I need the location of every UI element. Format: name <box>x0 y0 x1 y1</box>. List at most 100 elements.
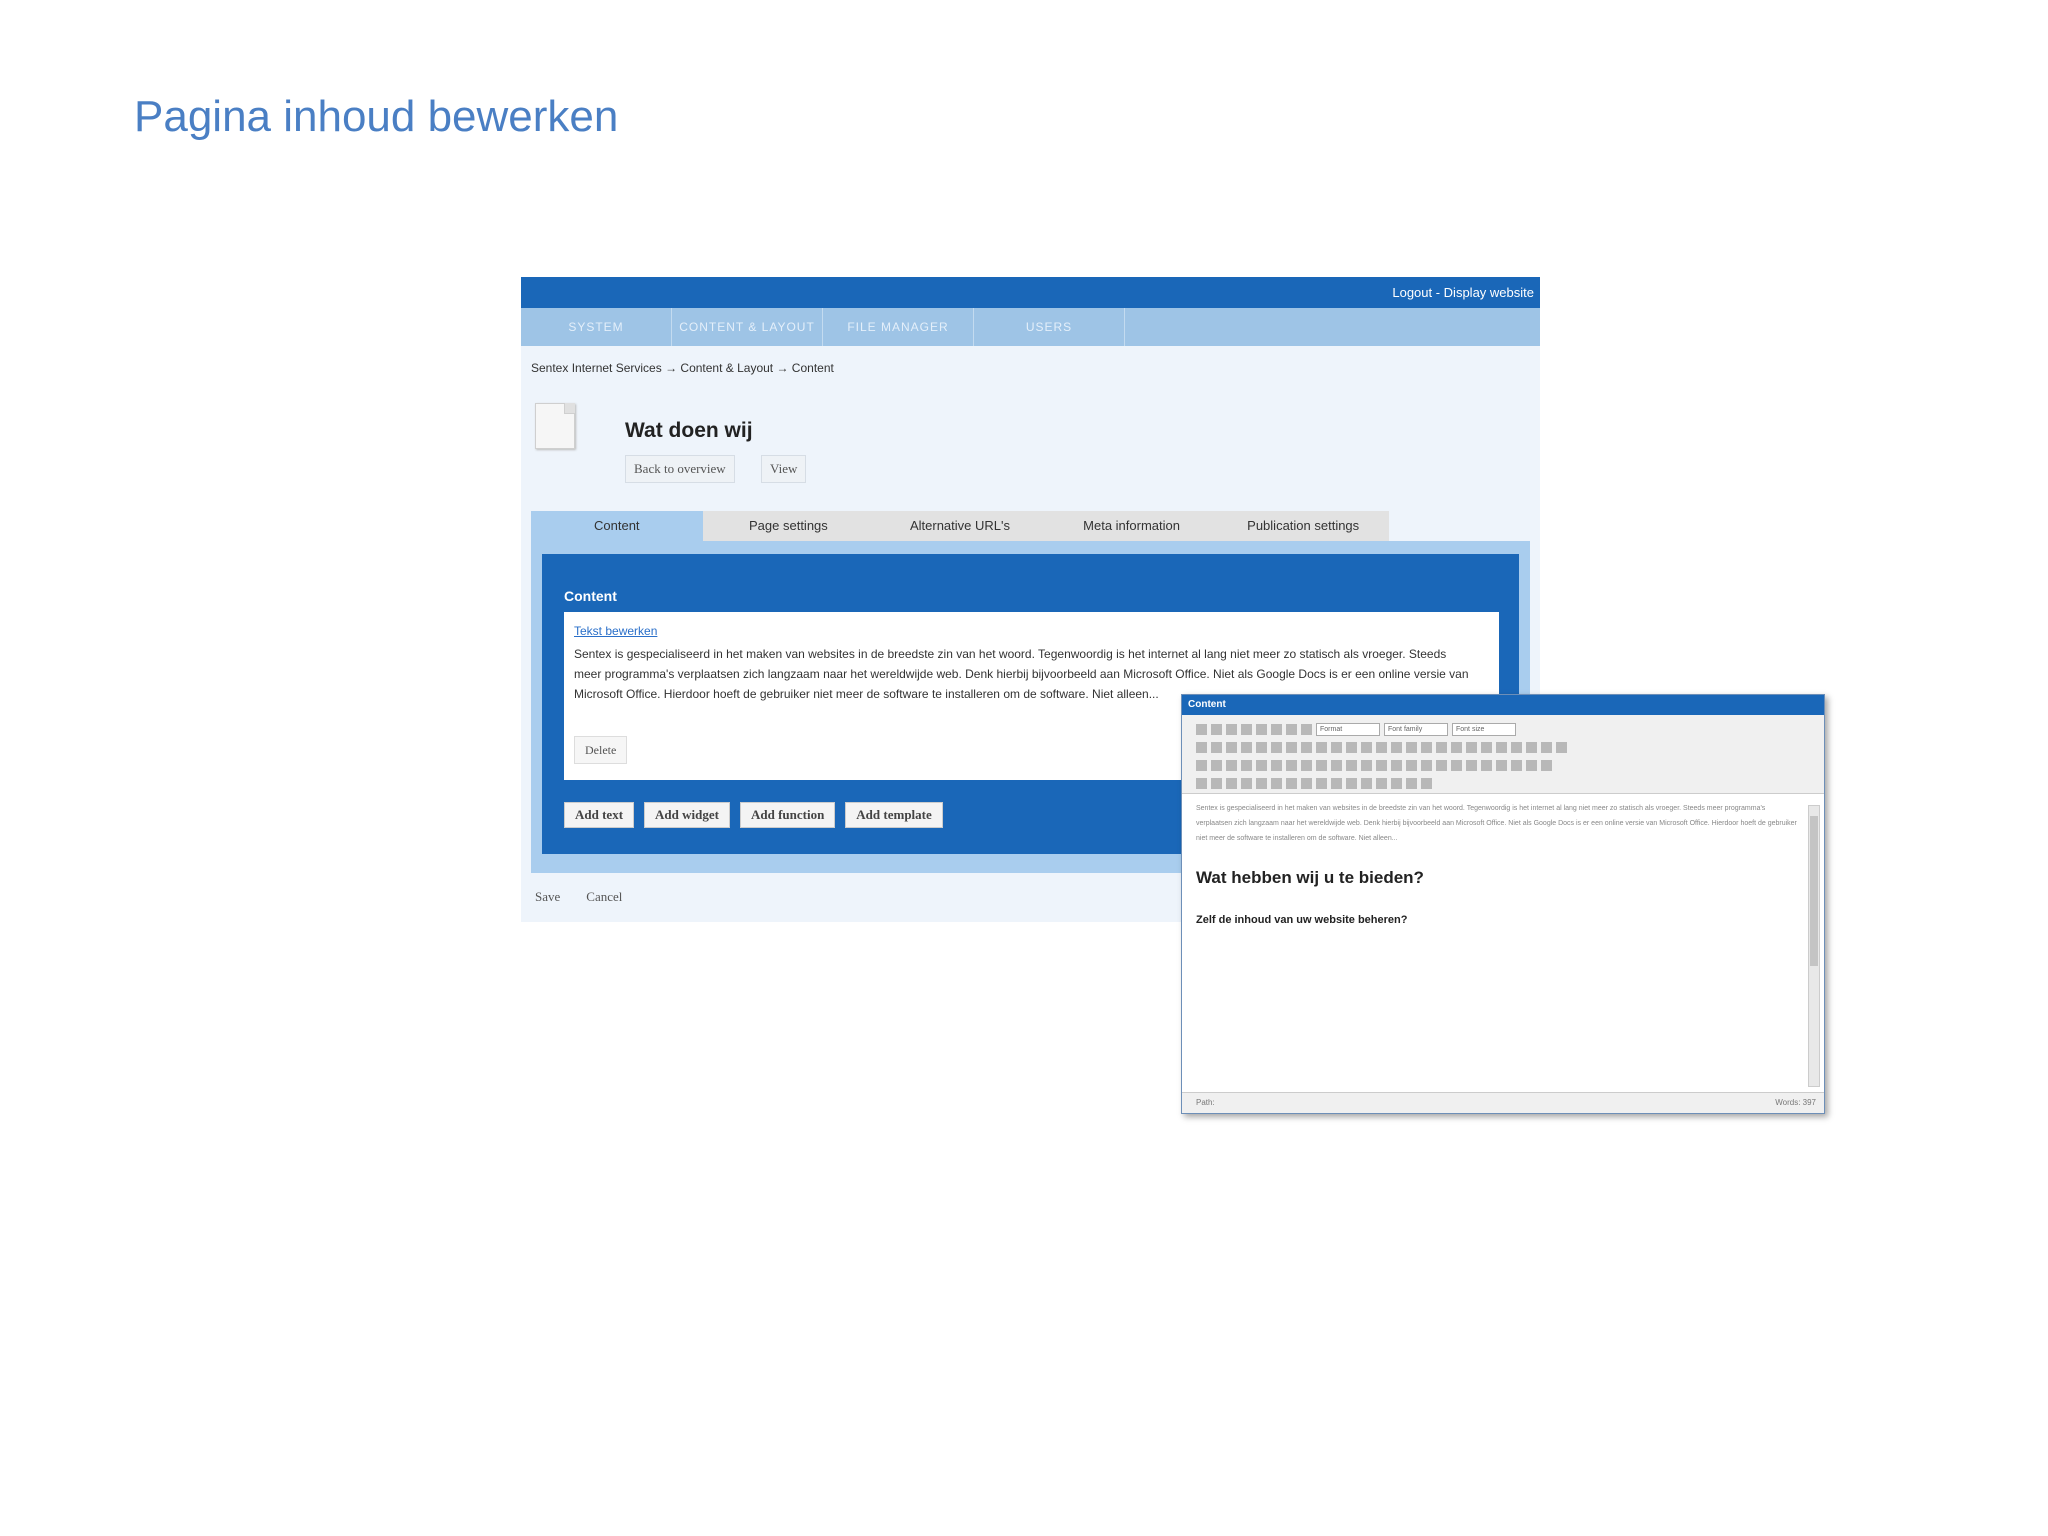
fullscreen-icon[interactable] <box>1541 759 1552 771</box>
split-cells-icon[interactable] <box>1331 759 1342 771</box>
emoticon-icon[interactable] <box>1451 759 1462 771</box>
numbered-list-icon[interactable] <box>1316 741 1327 753</box>
deletion-icon[interactable] <box>1316 777 1327 789</box>
background-color-icon[interactable] <box>1556 741 1567 753</box>
media-icon[interactable] <box>1466 759 1477 771</box>
text-color-icon[interactable] <box>1541 741 1552 753</box>
absolute-position-icon[interactable] <box>1241 777 1252 789</box>
add-function-button[interactable]: Add function <box>739 802 836 828</box>
edit-text-link[interactable]: Tekst bewerken <box>574 624 657 638</box>
delete-button[interactable]: Delete <box>574 736 628 764</box>
move-forward-icon[interactable] <box>1211 777 1222 789</box>
insert-layer-icon[interactable] <box>1196 777 1207 789</box>
show-chars-icon[interactable] <box>1391 777 1402 789</box>
link-icon[interactable] <box>1406 741 1417 753</box>
unlink-icon[interactable] <box>1421 741 1432 753</box>
cancel-button[interactable]: Cancel <box>586 889 622 905</box>
back-to-overview-button[interactable]: Back to overview <box>625 455 735 483</box>
preview-icon[interactable] <box>1526 741 1537 753</box>
blockquote-icon[interactable] <box>1361 741 1372 753</box>
subscript-icon[interactable] <box>1406 759 1417 771</box>
insert-col-after-icon[interactable] <box>1301 759 1312 771</box>
redo-icon[interactable] <box>1391 741 1402 753</box>
special-char-icon[interactable] <box>1436 759 1447 771</box>
status-path: Path: <box>1196 1098 1215 1107</box>
tab-publication-settings[interactable]: Publication settings <box>1217 511 1389 541</box>
scroll-thumb[interactable] <box>1810 816 1818 966</box>
paste-icon[interactable] <box>1226 741 1237 753</box>
nav-item-system[interactable]: SYSTEM <box>521 308 672 346</box>
tab-meta-information[interactable]: Meta information <box>1046 511 1218 541</box>
html-icon[interactable] <box>1481 741 1492 753</box>
strikethrough-icon[interactable] <box>1241 723 1252 735</box>
cut-icon[interactable] <box>1196 741 1207 753</box>
font-size-select[interactable]: Font size <box>1452 722 1516 736</box>
outdent-icon[interactable] <box>1331 741 1342 753</box>
save-button[interactable]: Save <box>535 889 560 905</box>
page-break-icon[interactable] <box>1421 777 1432 789</box>
copy-icon[interactable] <box>1211 741 1222 753</box>
italic-icon[interactable] <box>1211 723 1222 735</box>
merge-cells-icon[interactable] <box>1346 759 1357 771</box>
delete-row-icon[interactable] <box>1271 759 1282 771</box>
abbreviation-icon[interactable] <box>1286 777 1297 789</box>
view-button[interactable]: View <box>761 455 807 483</box>
paste-word-icon[interactable] <box>1256 741 1267 753</box>
insert-row-after-icon[interactable] <box>1256 759 1267 771</box>
direction-ltr-icon[interactable] <box>1511 759 1522 771</box>
remove-format-icon[interactable] <box>1376 759 1387 771</box>
show-blocks-icon[interactable] <box>1376 777 1387 789</box>
template-icon[interactable] <box>1406 777 1417 789</box>
bold-icon[interactable] <box>1196 723 1207 735</box>
style-props-icon[interactable] <box>1256 777 1267 789</box>
visual-aid-icon[interactable] <box>1391 759 1402 771</box>
tab-page-settings[interactable]: Page settings <box>703 511 875 541</box>
cite-icon[interactable] <box>1271 777 1282 789</box>
undo-icon[interactable] <box>1376 741 1387 753</box>
editor-scrollbar[interactable] <box>1808 805 1820 1087</box>
align-center-icon[interactable] <box>1271 723 1282 735</box>
add-text-button[interactable]: Add text <box>564 802 635 828</box>
insert-col-before-icon[interactable] <box>1286 759 1297 771</box>
image-icon[interactable] <box>1451 741 1462 753</box>
move-backward-icon[interactable] <box>1226 777 1237 789</box>
cell-props-icon[interactable] <box>1226 759 1237 771</box>
acronym-icon[interactable] <box>1301 777 1312 789</box>
find-icon[interactable] <box>1271 741 1282 753</box>
add-template-button[interactable]: Add template <box>845 802 943 828</box>
direction-rtl-icon[interactable] <box>1526 759 1537 771</box>
row-props-icon[interactable] <box>1211 759 1222 771</box>
nav-item-users[interactable]: USERS <box>974 308 1125 346</box>
font-family-select[interactable]: Font family <box>1384 722 1448 736</box>
print-icon[interactable] <box>1496 759 1507 771</box>
anchor-icon[interactable] <box>1436 741 1447 753</box>
cleanup-icon[interactable] <box>1466 741 1477 753</box>
nav-item-content-layout[interactable]: CONTENT & LAYOUT <box>672 308 823 346</box>
align-right-icon[interactable] <box>1286 723 1297 735</box>
format-select[interactable]: Format <box>1316 722 1380 736</box>
logout-display-link[interactable]: Logout - Display website <box>1392 285 1534 300</box>
attributes-icon[interactable] <box>1346 777 1357 789</box>
indent-icon[interactable] <box>1346 741 1357 753</box>
horizontal-rule-icon[interactable] <box>1361 759 1372 771</box>
delete-col-icon[interactable] <box>1316 759 1327 771</box>
tab-content[interactable]: Content <box>531 511 703 541</box>
insertion-icon[interactable] <box>1331 777 1342 789</box>
paste-text-icon[interactable] <box>1241 741 1252 753</box>
replace-icon[interactable] <box>1286 741 1297 753</box>
nonbreaking-icon[interactable] <box>1361 777 1372 789</box>
align-justify-icon[interactable] <box>1301 723 1312 735</box>
table-icon[interactable] <box>1196 759 1207 771</box>
tab-alternative-urls[interactable]: Alternative URL's <box>874 511 1046 541</box>
nav-item-file-manager[interactable]: FILE MANAGER <box>823 308 974 346</box>
underline-icon[interactable] <box>1226 723 1237 735</box>
superscript-icon[interactable] <box>1421 759 1432 771</box>
advanced-hr-icon[interactable] <box>1481 759 1492 771</box>
bullet-list-icon[interactable] <box>1301 741 1312 753</box>
time-icon[interactable] <box>1511 741 1522 753</box>
date-icon[interactable] <box>1496 741 1507 753</box>
align-left-icon[interactable] <box>1256 723 1267 735</box>
editor-content-area[interactable]: Sentex is gespecialiseerd in het maken v… <box>1196 801 1800 1081</box>
add-widget-button[interactable]: Add widget <box>644 802 730 828</box>
insert-row-before-icon[interactable] <box>1241 759 1252 771</box>
